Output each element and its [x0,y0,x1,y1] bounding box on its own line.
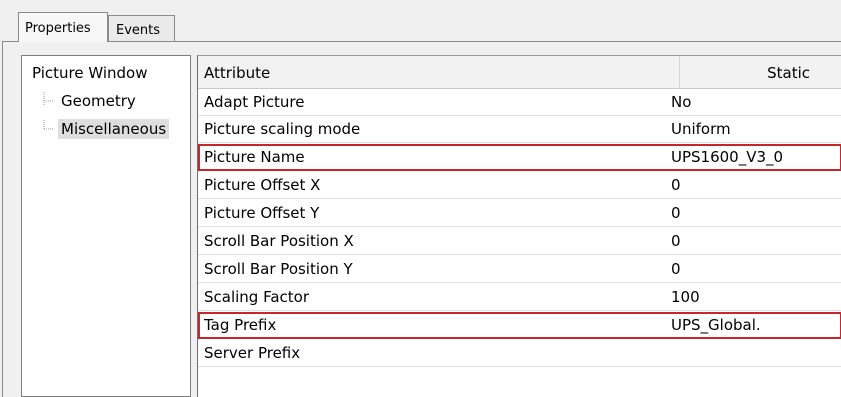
column-header-static[interactable]: Static [680,64,810,82]
tab-strip: Properties Events [0,0,841,42]
grid-row[interactable]: Server Prefix [198,340,841,367]
grid-header: Attribute Static [198,56,841,89]
attribute-name: Server Prefix [204,344,301,362]
attribute-value[interactable]: 0 [671,176,681,194]
tab-properties[interactable]: Properties [18,12,108,42]
attribute-name: Picture scaling mode [204,120,361,138]
tree-connector-icon [40,92,58,105]
attribute-value[interactable]: 0 [671,260,681,278]
tree-connector-icon [40,120,58,130]
attribute-value[interactable]: UPS_Global. [671,316,761,334]
attribute-value[interactable]: 0 [671,204,681,222]
attribute-name: Adapt Picture [204,93,305,111]
attribute-name: Picture Name [204,148,305,166]
grid-row[interactable]: Scaling Factor 100 [198,284,841,311]
attribute-name: Scroll Bar Position Y [204,260,353,278]
attribute-value[interactable]: 0 [671,232,681,250]
grid-row[interactable]: Adapt Picture No [198,89,841,116]
grid-row[interactable]: Scroll Bar Position Y 0 [198,256,841,283]
grid-row[interactable]: Picture scaling mode Uniform [198,116,841,143]
grid-row-highlighted[interactable]: Picture Name UPS1600_V3_0 [198,144,841,171]
object-tree[interactable]: Picture Window Geometry Miscellaneous [21,55,191,397]
attribute-name: Picture Offset Y [204,204,320,222]
tab-events[interactable]: Events [108,15,175,42]
attribute-name: Tag Prefix [204,316,277,334]
tree-item-label: Geometry [61,92,136,110]
grid-row[interactable]: Picture Offset Y 0 [198,200,841,227]
grid-row-highlighted[interactable]: Tag Prefix UPS_Global. [198,312,841,339]
attribute-name: Scroll Bar Position X [204,232,354,250]
grid-row[interactable]: Scroll Bar Position X 0 [198,228,841,255]
attribute-name: Scaling Factor [204,288,310,306]
attribute-value[interactable]: Uniform [671,120,731,138]
attribute-value[interactable]: UPS1600_V3_0 [671,148,783,166]
grid-row[interactable]: Picture Offset X 0 [198,172,841,199]
attribute-grid: Attribute Static Adapt Picture No Pictur… [197,55,841,397]
tree-item-label: Miscellaneous [58,119,170,139]
attribute-value[interactable]: 100 [671,288,700,306]
column-header-attribute[interactable]: Attribute [204,64,270,82]
tree-item-picture-window[interactable]: Picture Window [32,64,148,82]
tree-item-geometry[interactable]: Geometry [40,92,139,110]
attribute-name: Picture Offset X [204,176,321,194]
tree-item-miscellaneous[interactable]: Miscellaneous [40,119,170,139]
attribute-value[interactable]: No [671,93,691,111]
